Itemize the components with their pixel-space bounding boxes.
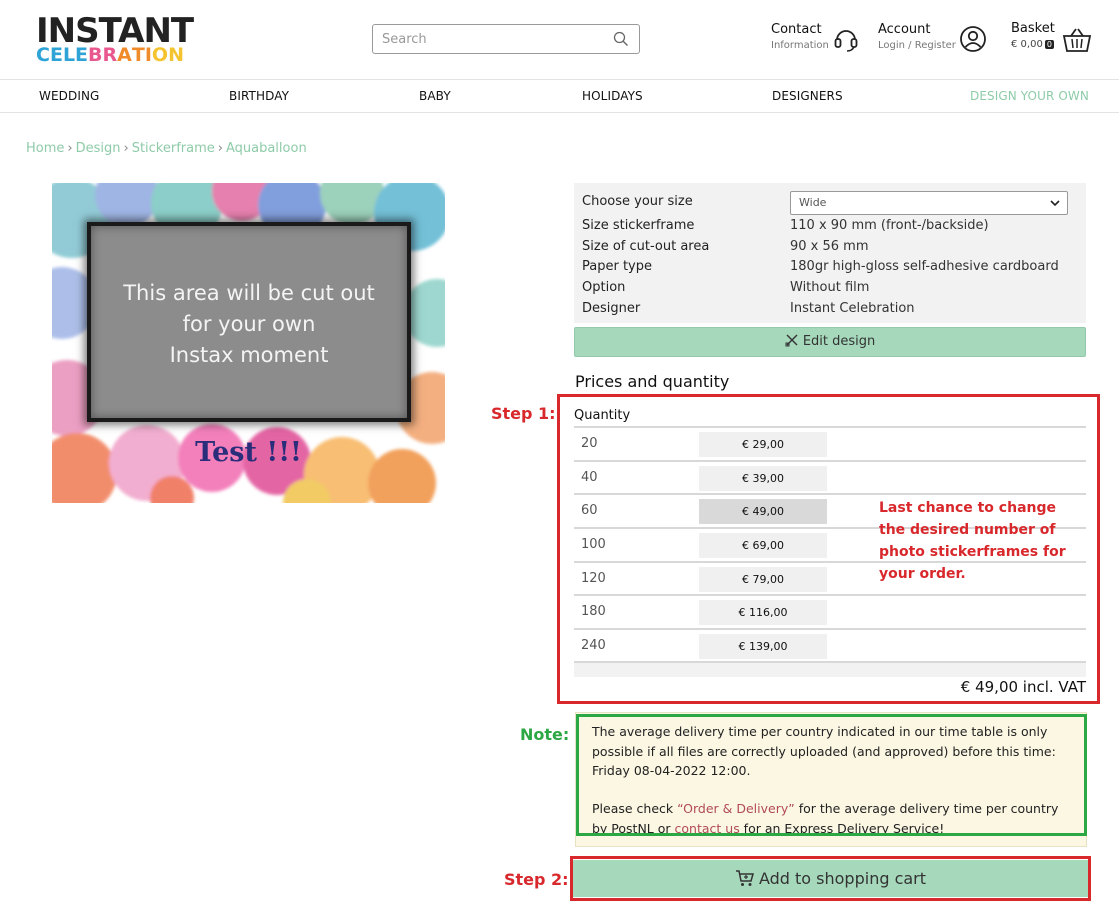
spec-label: Designer bbox=[582, 301, 641, 316]
logo-letter: O bbox=[151, 44, 169, 66]
nav-item-wedding[interactable]: WEDDING bbox=[39, 89, 99, 103]
headset-icon[interactable] bbox=[832, 25, 860, 53]
size-select-value: Wide bbox=[799, 196, 827, 209]
site-logo[interactable]: INSTANT CELEBRATION bbox=[36, 11, 194, 65]
search-input[interactable] bbox=[373, 25, 603, 53]
contact-title: Contact bbox=[771, 22, 822, 37]
breadcrumb-stickerframe[interactable]: Stickerframe bbox=[132, 141, 215, 156]
logo-letter: R bbox=[102, 44, 118, 66]
breadcrumb-aquaballoon[interactable]: Aquaballoon bbox=[226, 141, 307, 156]
breadcrumb-separator: › bbox=[217, 141, 223, 156]
register-link[interactable]: Register bbox=[915, 40, 956, 51]
logo-letter: E bbox=[49, 44, 63, 66]
step1-label: Step 1: bbox=[491, 404, 556, 423]
breadcrumb-separator: › bbox=[123, 141, 129, 156]
spec-value: 110 x 90 mm (front-/backside) bbox=[790, 218, 989, 233]
logo-letter: B bbox=[88, 44, 103, 66]
step2-highlight-box bbox=[570, 856, 1091, 901]
product-spec-table: Choose your size Wide Size stickerframe … bbox=[574, 183, 1086, 323]
edit-design-label: Edit design bbox=[802, 334, 876, 349]
nav-item-baby[interactable]: BABY bbox=[419, 89, 451, 103]
breadcrumb-separator: › bbox=[67, 141, 73, 156]
cutout-text-line-2: for your own bbox=[182, 312, 316, 336]
nav-item-birthday[interactable]: BIRTHDAY bbox=[229, 89, 289, 103]
edit-tools-icon bbox=[785, 334, 798, 347]
main-nav: WEDDING BIRTHDAY BABY HOLIDAYS DESIGNERS… bbox=[0, 80, 1119, 113]
logo-letter: I bbox=[144, 44, 152, 66]
edit-design-button[interactable]: Edit design bbox=[574, 327, 1086, 357]
nav-item-designers[interactable]: DESIGNERS bbox=[772, 89, 843, 103]
search-box bbox=[372, 24, 640, 54]
breadcrumb-design[interactable]: Design bbox=[76, 141, 121, 156]
cutout-text-line-3: Instax moment bbox=[169, 343, 329, 367]
logo-letter: E bbox=[75, 44, 89, 66]
note-highlight-box bbox=[576, 714, 1087, 836]
logo-letter: N bbox=[168, 44, 184, 66]
spec-label: Option bbox=[582, 280, 626, 295]
basket-block[interactable]: Basket € 0,00 0 bbox=[1011, 21, 1055, 50]
cutout-area: This area will be cut out for your own I… bbox=[87, 222, 411, 422]
spec-value: Instant Celebration bbox=[790, 301, 915, 316]
step2-label: Step 2: bbox=[504, 870, 569, 889]
basket-amount: € 0,00 bbox=[1011, 39, 1043, 50]
size-select-label: Choose your size bbox=[582, 194, 693, 209]
size-select[interactable]: Wide bbox=[790, 191, 1068, 215]
basket-icon[interactable] bbox=[1062, 26, 1092, 54]
contact-subtitle: Information bbox=[771, 40, 829, 51]
breadcrumb-home[interactable]: Home bbox=[26, 141, 64, 156]
login-link[interactable]: Login bbox=[878, 40, 905, 51]
chevron-down-icon bbox=[1050, 200, 1060, 207]
spec-label: Size stickerframe bbox=[582, 218, 695, 233]
basket-title: Basket bbox=[1011, 21, 1055, 36]
basket-count-badge: 0 bbox=[1044, 40, 1054, 49]
prices-section-title: Prices and quantity bbox=[575, 372, 730, 391]
search-icon[interactable] bbox=[613, 31, 629, 47]
logo-letter: L bbox=[62, 44, 76, 66]
account-block: Account Login / Register bbox=[878, 22, 956, 51]
spec-label: Paper type bbox=[582, 259, 652, 274]
logo-line-2: CELEBRATION bbox=[36, 46, 193, 65]
spec-value: 180gr high-gloss self-adhesive cardboard bbox=[790, 259, 1059, 274]
product-preview-image: This area will be cut out for your own I… bbox=[52, 183, 445, 503]
custom-design-text: Test !!! bbox=[195, 437, 302, 468]
step1-annotation-text: Last chance to change the desired number… bbox=[879, 500, 1066, 582]
logo-letter: C bbox=[36, 44, 50, 66]
nav-item-holidays[interactable]: HOLIDAYS bbox=[582, 89, 643, 103]
contact-link[interactable]: Contact Information bbox=[771, 22, 829, 51]
logo-line-1: INSTANT bbox=[36, 11, 194, 51]
note-label: Note: bbox=[520, 725, 570, 744]
spec-value: Without film bbox=[790, 280, 870, 295]
breadcrumb: Home › Design › Stickerframe › Aquaballoon bbox=[26, 141, 307, 156]
logo-letter: T bbox=[131, 44, 145, 66]
spec-label: Size of cut-out area bbox=[582, 239, 710, 254]
logo-letter: A bbox=[117, 44, 132, 66]
cutout-text-line-1: This area will be cut out bbox=[123, 281, 375, 305]
login-register-separator: / bbox=[908, 40, 912, 51]
user-icon[interactable] bbox=[959, 25, 987, 53]
spec-value: 90 x 56 mm bbox=[790, 239, 869, 254]
account-title[interactable]: Account bbox=[878, 22, 956, 37]
site-header: INSTANT CELEBRATION Contact Information … bbox=[0, 0, 1119, 80]
nav-item-design-your-own[interactable]: DESIGN YOUR OWN bbox=[970, 89, 1089, 103]
